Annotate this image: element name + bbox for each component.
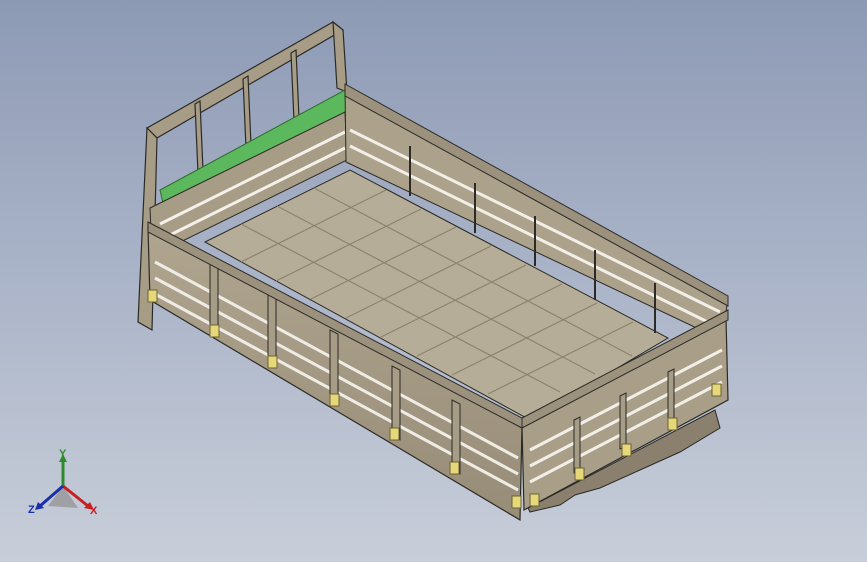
triad-z-label: Z (28, 504, 35, 516)
view-orientation-triad[interactable]: Y Z X (26, 448, 106, 523)
graphics-viewport[interactable]: Y Z X (0, 0, 867, 562)
triad-y-label: Y (59, 448, 67, 460)
truck-cargo-bed-model[interactable] (0, 0, 867, 562)
triad-x-label: X (90, 505, 98, 517)
